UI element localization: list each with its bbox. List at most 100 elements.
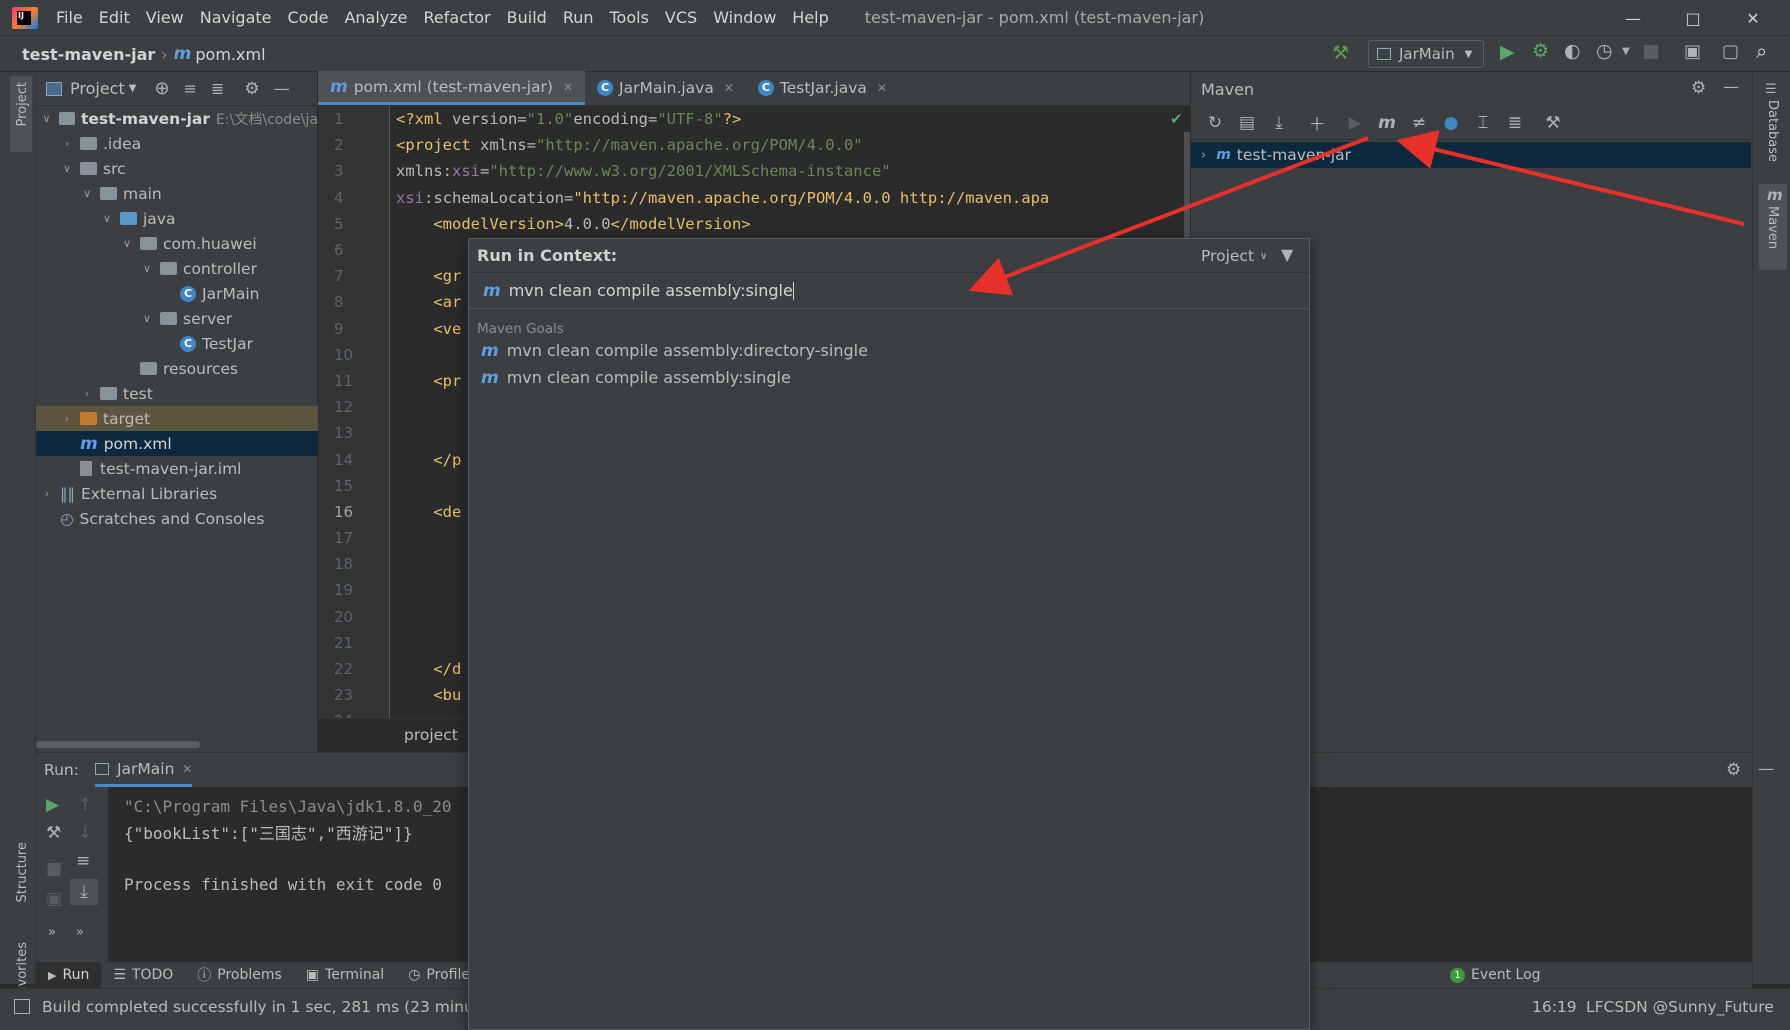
camera-icon[interactable]: ▣: [46, 889, 62, 909]
maximize-icon[interactable]: □: [1664, 0, 1722, 36]
expanded-arrow-icon[interactable]: ∨: [140, 262, 154, 275]
tool-tab-problems[interactable]: ⓘ Problems: [185, 965, 294, 985]
maven-tool-label[interactable]: Maven: [1765, 206, 1780, 249]
expand-all-icon[interactable]: ≡: [184, 79, 197, 98]
intellij-logo-icon[interactable]: IJ: [12, 6, 38, 29]
hide-panel-icon[interactable]: —: [1758, 759, 1774, 778]
run-config-dropdown[interactable]: JarMain ▼: [1368, 40, 1484, 68]
structure-tool-label[interactable]: Structure: [15, 842, 30, 902]
menu-refactor[interactable]: Refactor: [416, 8, 499, 27]
close-tab-icon[interactable]: ✕: [724, 81, 734, 95]
menu-help[interactable]: Help: [784, 8, 836, 27]
project-structure-icon[interactable]: ▣: [1684, 41, 1701, 62]
build-hammer-icon[interactable]: ⚒: [1332, 42, 1349, 64]
stop-icon[interactable]: ■: [46, 859, 62, 879]
project-tool-label[interactable]: Project: [15, 82, 30, 126]
close-tab-icon[interactable]: ✕: [182, 762, 192, 776]
tool-tab-terminal[interactable]: ▣ Terminal: [294, 967, 396, 983]
menu-file[interactable]: File: [48, 8, 91, 27]
run-icon[interactable]: ▶: [1339, 109, 1371, 137]
goal-item[interactable]: m mvn clean compile assembly:single: [469, 364, 1309, 391]
tree-node-server[interactable]: ∨ server: [36, 306, 318, 331]
event-log-button[interactable]: 1 Event Log: [1450, 962, 1541, 988]
chevron-down-icon[interactable]: ▼: [129, 83, 137, 94]
add-folder-icon[interactable]: ▤: [1231, 109, 1263, 137]
tab-jarmain-java[interactable]: C JarMain.java ✕: [585, 71, 746, 105]
up-arrow-icon[interactable]: ↑: [78, 795, 92, 815]
expanded-arrow-icon[interactable]: ∨: [120, 237, 134, 250]
more-icon[interactable]: »: [76, 925, 84, 940]
hide-panel-icon[interactable]: —: [274, 79, 290, 98]
tab-testjar-java[interactable]: C TestJar.java ✕: [746, 71, 899, 105]
minimize-icon[interactable]: —: [1604, 0, 1662, 36]
collapse-all-icon[interactable]: ≣: [211, 79, 224, 98]
tree-node-root[interactable]: ∨ test-maven-jar E:\文档\code\ja: [36, 106, 319, 131]
reload-icon[interactable]: ↻: [1199, 109, 1231, 137]
caret-position[interactable]: 16:19: [1532, 998, 1577, 1016]
close-tab-icon[interactable]: ✕: [563, 80, 573, 94]
run-tab[interactable]: JarMain ✕: [94, 753, 193, 787]
gear-icon[interactable]: ⚙: [1691, 78, 1706, 98]
inspection-ok-icon[interactable]: ✔: [1170, 110, 1183, 128]
scroll-to-end-icon[interactable]: ⤓: [70, 879, 98, 905]
menu-build[interactable]: Build: [499, 8, 555, 27]
close-window-icon[interactable]: ✕: [1724, 0, 1782, 36]
collapsed-arrow-icon[interactable]: ›: [1201, 148, 1206, 163]
wrench-icon[interactable]: ⚒: [46, 823, 61, 843]
hide-panel-icon[interactable]: —: [1723, 77, 1739, 96]
tool-tab-run[interactable]: ▶ Run: [36, 962, 102, 988]
collapsed-arrow-icon[interactable]: ›: [60, 137, 74, 150]
maven-project-node[interactable]: › m test-maven-jar: [1191, 142, 1751, 168]
toolbox-icon[interactable]: ▢: [1722, 41, 1739, 62]
coverage-icon[interactable]: ◐: [1564, 40, 1581, 62]
add-icon[interactable]: ＋: [1301, 109, 1333, 137]
collapsed-arrow-icon[interactable]: ›: [80, 387, 94, 400]
tree-node-idea[interactable]: › .idea: [36, 131, 318, 156]
collapse-all-icon[interactable]: ≣: [1499, 109, 1531, 137]
menu-analyze[interactable]: Analyze: [336, 8, 415, 27]
collapsed-arrow-icon[interactable]: ›: [40, 487, 54, 500]
stop-icon[interactable]: [1644, 45, 1658, 59]
scope-dropdown[interactable]: Project ∨: [1201, 247, 1267, 265]
collapsed-arrow-icon[interactable]: ›: [60, 412, 74, 425]
menu-window[interactable]: Window: [705, 8, 784, 27]
editor-breadcrumb[interactable]: project: [404, 726, 458, 744]
tree-node-src[interactable]: ∨ src: [36, 156, 318, 181]
horizontal-scrollbar[interactable]: [36, 741, 200, 748]
toggle-offline-icon[interactable]: ≠: [1403, 109, 1435, 137]
run-icon[interactable]: ▶: [1500, 41, 1515, 63]
goal-item[interactable]: m mvn clean compile assembly:directory-s…: [469, 337, 1309, 364]
expanded-arrow-icon[interactable]: ∨: [140, 312, 154, 325]
menu-tools[interactable]: Tools: [602, 8, 657, 27]
tree-node-controller[interactable]: ∨ controller: [36, 256, 318, 281]
gear-icon[interactable]: ⚙: [1726, 760, 1741, 780]
tree-node-jarmain[interactable]: C JarMain: [36, 281, 318, 306]
profile-icon[interactable]: ◷: [1596, 40, 1613, 62]
skip-tests-icon[interactable]: ●: [1435, 109, 1467, 137]
breadcrumb-file[interactable]: pom.xml: [195, 45, 265, 64]
debug-icon[interactable]: ⚙: [1532, 40, 1549, 62]
breadcrumb-project[interactable]: test-maven-jar: [22, 45, 155, 64]
menu-edit[interactable]: Edit: [91, 8, 138, 27]
expanded-arrow-icon[interactable]: ∨: [80, 187, 94, 200]
tab-pom-xml[interactable]: m pom.xml (test-maven-jar) ✕: [318, 71, 585, 105]
project-view-dropdown[interactable]: Project: [70, 79, 125, 98]
wrench-icon[interactable]: ⚒: [1537, 109, 1569, 137]
tree-node-external-libraries[interactable]: › ‖‖ External Libraries: [36, 481, 318, 506]
tree-node-package[interactable]: ∨ com.huawei: [36, 231, 318, 256]
tree-node-pom[interactable]: m pom.xml: [36, 431, 318, 456]
search-icon[interactable]: ⌕: [1756, 39, 1767, 63]
menu-navigate[interactable]: Navigate: [192, 8, 280, 27]
tree-node-iml[interactable]: test-maven-jar.iml: [36, 456, 318, 481]
database-tool-label[interactable]: Database: [1765, 100, 1780, 162]
menu-run[interactable]: Run: [555, 8, 602, 27]
command-input[interactable]: m mvn clean compile assembly:single: [469, 273, 1309, 309]
tree-node-test[interactable]: › test: [36, 381, 318, 406]
more-icon[interactable]: »: [48, 925, 56, 940]
menu-vcs[interactable]: VCS: [657, 8, 705, 27]
filter-icon[interactable]: ▼: [1281, 245, 1293, 264]
expanded-arrow-icon[interactable]: ∨: [100, 212, 114, 225]
more-run-chevron-icon[interactable]: ▼: [1622, 46, 1630, 57]
tree-node-target[interactable]: › target: [36, 406, 318, 431]
expanded-arrow-icon[interactable]: ∨: [60, 162, 74, 175]
